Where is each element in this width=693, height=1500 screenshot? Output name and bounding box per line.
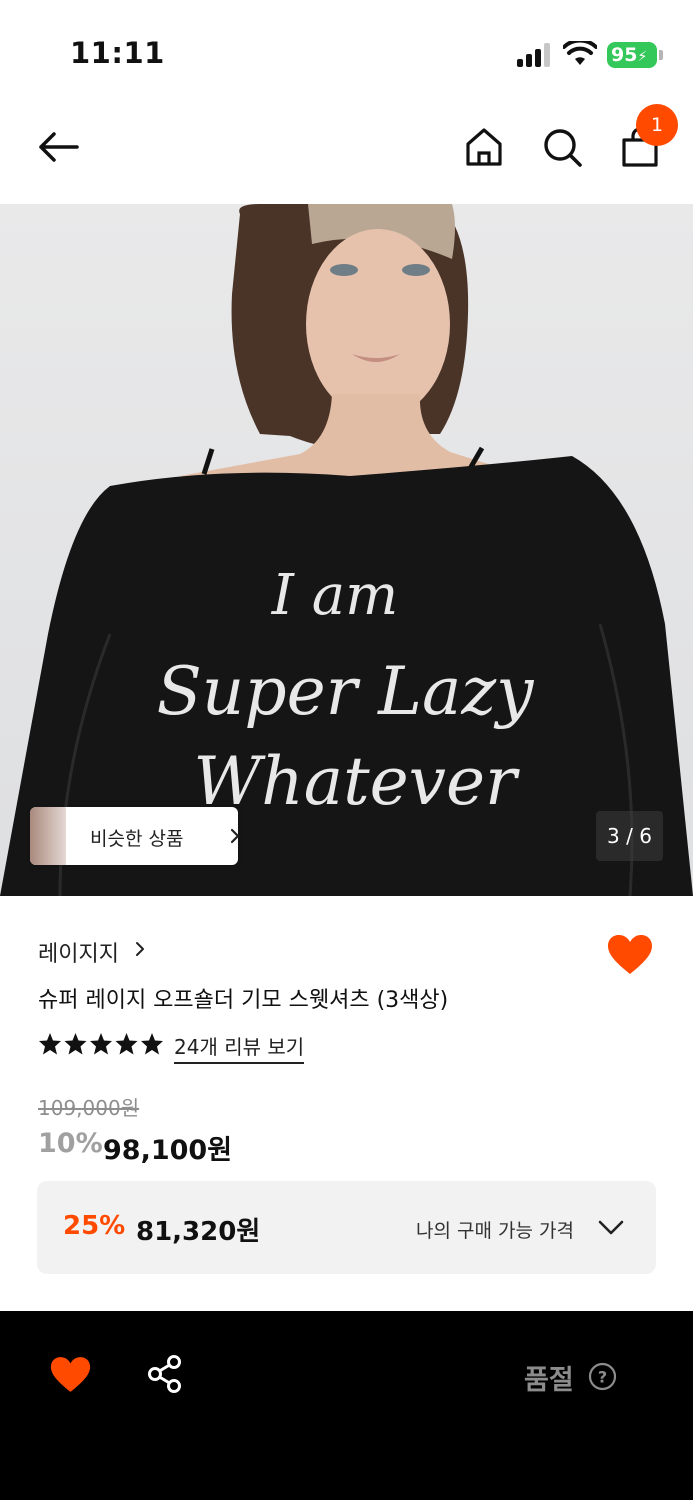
battery-level: 95 — [611, 44, 638, 66]
status-bar: 11:11 95⚡ — [0, 0, 693, 100]
my-price: 81,320원 — [136, 1217, 261, 1247]
shirt-text-line-2: Super Lazy — [157, 653, 535, 730]
help-icon[interactable]: ? — [588, 1362, 617, 1391]
wifi-icon — [563, 41, 597, 65]
home-icon[interactable] — [463, 126, 505, 168]
share-icon[interactable] — [146, 1354, 184, 1394]
wishlist-heart-icon[interactable] — [607, 934, 653, 976]
my-price-label: 나의 구매 가능 가격 — [416, 1220, 574, 1242]
image-counter: 3 / 6 — [596, 811, 663, 861]
back-arrow-icon[interactable] — [37, 126, 79, 168]
shirt-text-line-1: I am — [271, 563, 398, 628]
sale-price: 98,100원 — [103, 1135, 233, 1166]
review-link[interactable]: 24개 리뷰 보기 — [174, 1031, 305, 1064]
chevron-right-icon[interactable] — [134, 941, 146, 957]
similar-product-thumbnail — [30, 807, 66, 865]
battery-indicator: 95⚡ — [607, 42, 663, 68]
bottom-action-bar — [0, 1311, 693, 1500]
similar-products-button[interactable]: 비슷한 상품 — [30, 807, 240, 865]
chevron-down-icon — [598, 1220, 624, 1235]
product-image[interactable]: I am Super Lazy Whatever — [0, 204, 693, 896]
model-photo: I am Super Lazy Whatever — [0, 204, 693, 896]
wishlist-heart-icon[interactable] — [50, 1356, 91, 1394]
signal-icon — [517, 43, 553, 67]
shirt-text-line-3: Whatever — [193, 743, 520, 820]
top-nav — [0, 100, 693, 204]
status-time: 11:11 — [70, 36, 165, 70]
discount-rate: 10% — [38, 1128, 103, 1159]
product-title: 슈퍼 레이지 오프숄더 기모 스웻셔츠 (3색상) — [38, 988, 449, 1013]
brand-link[interactable]: 레이지지 — [38, 936, 119, 968]
original-price: 109,000원 — [38, 1096, 140, 1120]
rating-stars — [39, 1033, 163, 1055]
similar-products-label: 비슷한 상품 — [90, 828, 184, 850]
chevron-right-icon — [230, 828, 240, 844]
my-price-dropdown[interactable]: 25% 81,320원 나의 구매 가능 가격 — [37, 1181, 656, 1274]
cart-count-badge: 1 — [636, 104, 678, 146]
svg-text:?: ? — [598, 1368, 607, 1387]
soldout-label: 품절 — [524, 1365, 574, 1396]
my-discount-rate: 25% — [63, 1211, 126, 1241]
search-icon[interactable] — [541, 126, 583, 168]
